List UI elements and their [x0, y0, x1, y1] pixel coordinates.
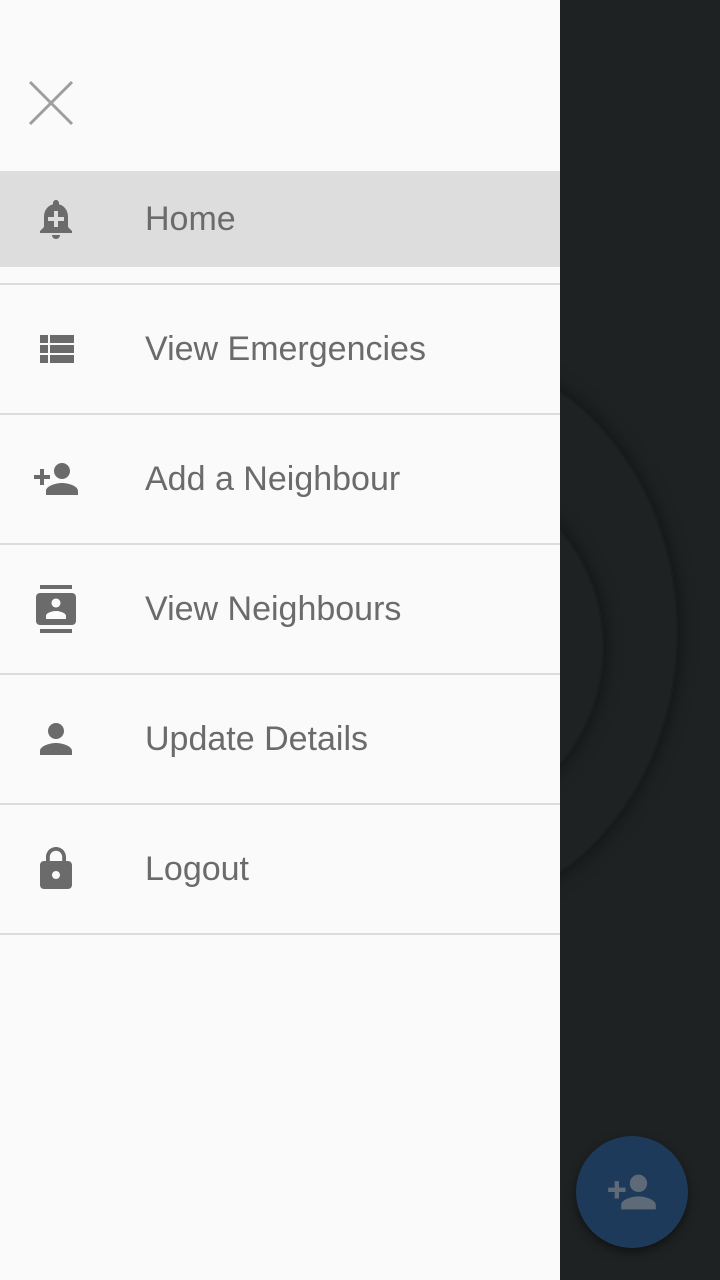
- menu-divider: [0, 933, 560, 935]
- menu-item-home[interactable]: Home: [0, 171, 560, 267]
- menu-item-label: Add a Neighbour: [145, 459, 401, 498]
- menu-spacer: [0, 267, 560, 283]
- menu-item-view-emergencies[interactable]: View Emergencies: [0, 285, 560, 413]
- menu-item-label: View Emergencies: [145, 329, 426, 368]
- navigation-drawer: Home View Emergencies Add a Neighbour Vi…: [0, 0, 560, 1280]
- menu-item-label: Home: [145, 199, 236, 238]
- list-icon: [32, 325, 80, 373]
- lock-icon: [32, 845, 80, 893]
- person-add-icon: [608, 1174, 656, 1210]
- app-screen: Home View Emergencies Add a Neighbour Vi…: [0, 0, 720, 1280]
- close-drawer-button[interactable]: [22, 74, 82, 134]
- person-icon: [32, 715, 80, 763]
- menu-item-logout[interactable]: Logout: [0, 805, 560, 933]
- person-add-icon: [32, 455, 80, 503]
- menu-item-label: Update Details: [145, 719, 369, 758]
- menu-item-add-neighbour[interactable]: Add a Neighbour: [0, 415, 560, 543]
- menu-item-label: Logout: [145, 849, 249, 888]
- drawer-menu: Home View Emergencies Add a Neighbour Vi…: [0, 171, 560, 935]
- menu-item-view-neighbours[interactable]: View Neighbours: [0, 545, 560, 673]
- contacts-icon: [32, 585, 80, 633]
- close-icon: [28, 80, 74, 126]
- menu-item-update-details[interactable]: Update Details: [0, 675, 560, 803]
- add-neighbour-fab[interactable]: [576, 1136, 688, 1248]
- bell-plus-icon: [32, 195, 80, 243]
- menu-item-label: View Neighbours: [145, 589, 402, 628]
